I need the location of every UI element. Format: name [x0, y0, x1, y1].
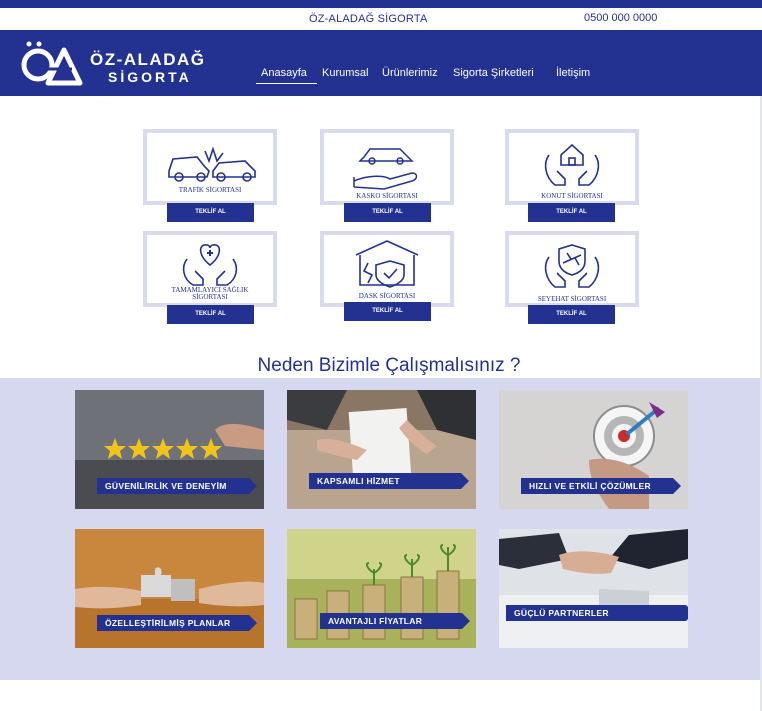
- tile-label-ozellestirilmis: ÖZELLEŞTİRİLMİŞ PLANLAR: [97, 615, 257, 631]
- phone-number[interactable]: 0500 000 0000: [584, 12, 657, 24]
- product-title-saglik-2: SİGORTASI: [192, 293, 228, 301]
- teklif-button-dask[interactable]: TEKLİF AL: [344, 302, 431, 321]
- tile-label-hizli: HIZLI VE ETKİLİ ÇÖZÜMLER: [521, 478, 681, 494]
- product-card-konut[interactable]: KONUT SİGORTASI: [505, 129, 639, 205]
- product-title-kasko: KASKO SİGORTASI: [356, 192, 418, 200]
- main-nav: Anasayfa Kurumsal Ürünlerimiz Sigorta Şi…: [0, 67, 762, 87]
- site-header: ÖZ-ALADAĞ SİGORTA Anasayfa Kurumsal Ürün…: [0, 30, 762, 96]
- teklif-button-konut[interactable]: TEKLİF AL: [528, 203, 615, 222]
- tile-label-avantajli: AVANTAJLI FİYATLAR: [320, 613, 470, 629]
- why-tile-kapsamli[interactable]: KAPSAMLI HİZMET: [287, 390, 476, 509]
- why-section-title: Neden Bizimle Çalışmalısınız ?: [257, 355, 521, 376]
- teklif-button-seyahat[interactable]: TEKLİF AL: [528, 305, 615, 324]
- nav-iletisim[interactable]: İletişim: [556, 67, 590, 79]
- product-title-konut: KONUT SİGORTASI: [541, 192, 603, 200]
- teklif-button-kasko[interactable]: TEKLİF AL: [344, 203, 431, 222]
- why-tile-ozellestirilmis[interactable]: ÖZELLEŞTİRİLMİŞ PLANLAR: [75, 529, 264, 648]
- tile-label-guvenilirlik: GÜVENİLİRLİK VE DENEYİM: [97, 478, 257, 494]
- info-bar: ÖZ-ALADAĞ SİGORTA 0500 000 0000: [0, 8, 762, 30]
- why-tile-hizli[interactable]: HIZLI VE ETKİLİ ÇÖZÜMLER: [499, 390, 688, 509]
- why-tile-guvenilirlik[interactable]: GÜVENİLİRLİK VE DENEYİM: [75, 390, 264, 509]
- plane-shield-icon: [544, 244, 600, 288]
- nav-kurumsal[interactable]: Kurumsal: [322, 67, 368, 79]
- coins-plants-image: [287, 529, 476, 648]
- why-tile-guclu[interactable]: GÜÇLÜ PARTNERLER: [499, 529, 688, 648]
- meeting-table-image: [287, 390, 476, 509]
- why-tile-avantajli[interactable]: AVANTAJLI FİYATLAR: [287, 529, 476, 648]
- tile-label-kapsamli: KAPSAMLI HİZMET: [309, 473, 469, 489]
- house-hands-icon: [544, 143, 600, 186]
- nav-sigorta-sirketleri[interactable]: Sigorta Şirketleri: [453, 67, 534, 79]
- product-card-trafik[interactable]: TRAFİK SİGORTASI: [143, 129, 277, 205]
- product-card-dask[interactable]: DASK SİGORTASI: [320, 231, 454, 307]
- nav-urunlerimiz[interactable]: Ürünlerimiz: [382, 67, 438, 79]
- nav-anasayfa[interactable]: Anasayfa: [256, 67, 317, 84]
- product-title-dask: DASK SİGORTASI: [358, 292, 416, 300]
- product-card-seyahat[interactable]: SEYEHAT SİGORTASI: [505, 231, 639, 307]
- teklif-button-saglik[interactable]: TEKLİF AL: [167, 305, 254, 324]
- teklif-button-trafik[interactable]: TEKLİF AL: [167, 203, 254, 222]
- product-card-kasko[interactable]: KASKO SİGORTASI: [320, 129, 454, 205]
- top-strip: [0, 0, 762, 8]
- info-brand: ÖZ-ALADAĞ SİGORTA: [309, 13, 428, 25]
- product-card-saglik[interactable]: TAMAMLAYICI SAĞLIK SİGORTASI: [143, 231, 277, 307]
- handshake-image: [499, 529, 688, 648]
- car-hand-icon: [353, 148, 418, 190]
- tile-label-guclu: GÜÇLÜ PARTNERLER: [506, 605, 688, 621]
- product-title-seyahat: SEYEHAT SİGORTASI: [537, 295, 607, 303]
- product-title-trafik: TRAFİK SİGORTASI: [178, 186, 242, 194]
